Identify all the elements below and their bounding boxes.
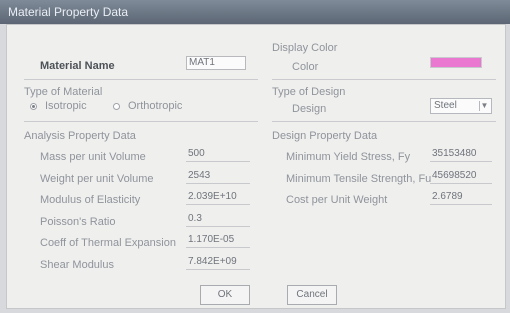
isotropic-radio[interactable] [30,103,37,110]
material-name-label: Material Name [40,60,115,72]
poissons-ratio-input[interactable]: 0.3 [186,213,250,227]
min-tensile-strength-label: Minimum Tensile Strength, Fu [286,173,432,185]
modulus-of-elasticity-input[interactable]: 2.039E+10 [186,191,250,205]
separator [272,79,496,80]
design-property-data-label: Design Property Data [272,130,378,142]
poissons-ratio-label: Poisson's Ratio [40,216,116,228]
material-name-input[interactable]: MAT1 [186,56,246,70]
design-dropdown[interactable]: Steel ▼ [430,98,492,114]
weight-per-unit-volume-label: Weight per unit Volume [40,173,154,185]
mass-per-unit-volume-label: Mass per unit Volume [40,151,146,163]
min-yield-stress-label: Minimum Yield Stress, Fy [286,151,411,163]
color-swatch[interactable] [430,57,482,68]
type-of-design-label: Type of Design [272,86,346,98]
modulus-of-elasticity-label: Modulus of Elasticity [40,194,141,206]
title-bar: Material Property Data [0,0,510,24]
shear-modulus-input[interactable]: 7.842E+09 [186,256,250,270]
separator [24,79,258,80]
window-title: Material Property Data [8,5,129,19]
ok-button[interactable]: OK [200,285,250,305]
chevron-down-icon[interactable]: ▼ [479,101,489,111]
mass-per-unit-volume-input[interactable]: 500 [186,148,250,162]
min-yield-stress-input[interactable]: 35153480 [430,148,492,162]
design-label: Design [292,103,327,115]
cancel-button[interactable]: Cancel [287,285,337,305]
cost-per-unit-weight-input[interactable]: 2.6789 [430,191,492,205]
type-of-material-label: Type of Material [24,86,103,98]
cost-per-unit-weight-label: Cost per Unit Weight [286,194,388,206]
orthotropic-radio-label: Orthotropic [128,100,183,112]
display-color-label: Display Color [272,42,338,54]
orthotropic-radio[interactable] [113,103,120,110]
weight-per-unit-volume-input[interactable]: 2543 [186,170,250,184]
design-dropdown-value: Steel [434,100,457,111]
min-tensile-strength-input[interactable]: 45698520 [430,170,492,184]
shear-modulus-label: Shear Modulus [40,259,114,271]
coeff-thermal-expansion-label: Coeff of Thermal Expansion [40,237,176,249]
isotropic-radio-label: Isotropic [45,100,87,112]
analysis-property-data-label: Analysis Property Data [24,130,136,142]
separator [272,121,496,122]
coeff-thermal-expansion-input[interactable]: 1.170E-05 [186,234,250,248]
separator [24,121,258,122]
color-label: Color [292,61,319,73]
